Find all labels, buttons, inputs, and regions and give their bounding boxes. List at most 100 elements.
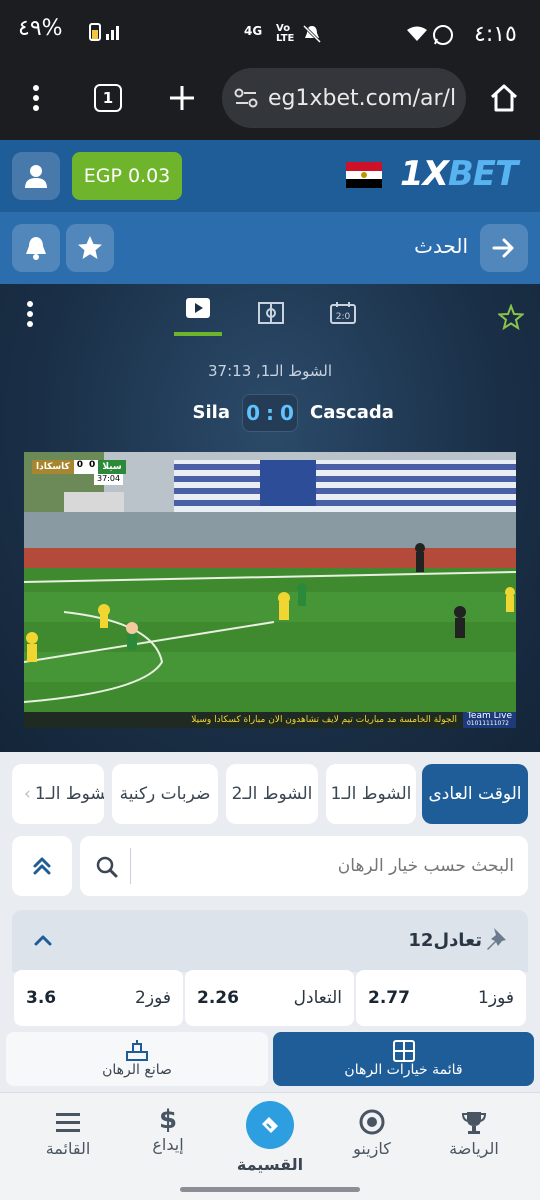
odd-home-win[interactable]: فوز1 2.77 bbox=[356, 970, 526, 1026]
page-title: الحدث bbox=[414, 234, 468, 258]
new-tab-icon[interactable] bbox=[168, 84, 196, 112]
play-icon bbox=[186, 298, 210, 318]
nav-label: القسيمة bbox=[236, 1155, 304, 1174]
odd-label: فوز2 bbox=[135, 988, 171, 1008]
odd-label: التعادل bbox=[293, 988, 342, 1008]
away-score: 0 bbox=[280, 401, 294, 425]
home-indicator bbox=[180, 1187, 360, 1192]
trophy-icon bbox=[461, 1112, 487, 1134]
chevron-up-icon[interactable] bbox=[34, 934, 52, 946]
bet-options-list-button[interactable]: قائمة خيارات الرهان bbox=[273, 1032, 534, 1086]
menu-icon bbox=[56, 1113, 80, 1132]
double-chevron-up-icon bbox=[33, 857, 51, 875]
nav-label: الرياضة bbox=[449, 1139, 499, 1158]
nav-menu[interactable]: القائمة bbox=[18, 1093, 118, 1193]
match-period-time: الشوط الـ1, 37:13 bbox=[208, 362, 332, 380]
tab-corners[interactable]: ضربات ركنية bbox=[112, 764, 218, 824]
bet-builder-icon bbox=[126, 1040, 148, 1061]
svg-text:2:0: 2:0 bbox=[336, 312, 351, 322]
status-icons bbox=[89, 23, 119, 41]
search-box[interactable] bbox=[80, 836, 528, 896]
grid-icon bbox=[392, 1040, 415, 1062]
odd-value: 3.6 bbox=[26, 988, 57, 1008]
tab-regular-time[interactable]: الوقت العادى bbox=[422, 764, 528, 824]
more-vertical-icon[interactable] bbox=[20, 300, 40, 330]
bug-team-left: كاسكادا bbox=[32, 460, 74, 474]
tab-first-half-2[interactable]: ‹الشوط الـ1 bbox=[12, 764, 104, 824]
collapse-all-button[interactable] bbox=[12, 836, 72, 896]
market-1x2: 1تعادل2 فوز1 2.77 التعادل 2.26 فوز2 3.6 bbox=[0, 908, 540, 1026]
bet-options-list-label: قائمة خيارات الرهان bbox=[344, 1062, 463, 1078]
url-text: eg1xbet.com/ar/l bbox=[268, 85, 457, 111]
tab-label: ضربات ركنية bbox=[119, 784, 211, 804]
bug-time: 37:04 bbox=[94, 474, 124, 485]
scoreboard-icon[interactable]: 2:0 bbox=[330, 302, 356, 324]
brand-logo[interactable]: 1XBET bbox=[400, 154, 518, 194]
ticket-icon bbox=[262, 1117, 278, 1133]
period-tabs: ‹الشوط الـ1 ضربات ركنية الشوط الـ2 الشوط… bbox=[0, 752, 540, 834]
video-player[interactable]: كاسكادا 0 0 سيلا 37:04 الجولة الخامسة مد… bbox=[24, 452, 516, 728]
score-box: 0 : 0 bbox=[242, 394, 298, 432]
football-field-video bbox=[24, 452, 516, 728]
home-icon[interactable] bbox=[488, 82, 520, 114]
action-bar: صانع الرهان قائمة خيارات الرهان bbox=[0, 1026, 540, 1092]
odd-value: 2.77 bbox=[368, 988, 410, 1008]
favorite-star-icon[interactable] bbox=[498, 304, 524, 330]
nav-casino[interactable]: كازينو bbox=[322, 1093, 422, 1193]
more-options-icon[interactable] bbox=[24, 84, 48, 112]
bet-builder-label: صانع الرهان bbox=[102, 1062, 172, 1078]
star-icon bbox=[78, 236, 102, 259]
ticker-brand-box: Team Live 01011111072 bbox=[462, 712, 516, 728]
back-button[interactable] bbox=[480, 224, 528, 272]
notifications-button[interactable] bbox=[12, 224, 60, 272]
nav-label: القائمة bbox=[45, 1139, 91, 1158]
tab-label: الشوط الـ2 bbox=[231, 784, 313, 804]
app-header: EGP 0.03 1XBET bbox=[0, 140, 540, 212]
search-icon[interactable] bbox=[96, 856, 118, 878]
mute-icon bbox=[302, 24, 322, 44]
video-tab[interactable] bbox=[174, 296, 222, 336]
profile-button[interactable] bbox=[12, 152, 60, 200]
favorite-button[interactable] bbox=[66, 224, 114, 272]
url-bar[interactable]: eg1xbet.com/ar/l bbox=[222, 68, 466, 128]
nav-sports[interactable]: الرياضة bbox=[424, 1093, 524, 1193]
search-row bbox=[0, 834, 540, 904]
battery-percent: %٤٩ bbox=[18, 16, 63, 41]
market-header[interactable]: 1تعادل2 bbox=[12, 910, 528, 972]
nav-label: إيداع bbox=[152, 1135, 184, 1154]
browser-toolbar: 1 eg1xbet.com/ar/l bbox=[0, 68, 540, 140]
tab-second-half[interactable]: الشوط الـ2 bbox=[226, 764, 318, 824]
odd-label: فوز1 bbox=[478, 988, 514, 1008]
ticker-brand: Team Live bbox=[466, 712, 512, 721]
pin-icon[interactable] bbox=[484, 926, 512, 954]
search-input[interactable] bbox=[140, 848, 514, 884]
market-title: 1تعادل2 bbox=[408, 930, 482, 951]
arrow-right-icon bbox=[492, 238, 514, 258]
odd-draw[interactable]: التعادل 2.26 bbox=[185, 970, 354, 1026]
odd-away-win[interactable]: فوز2 3.6 bbox=[14, 970, 183, 1026]
operator-indicator: Vo LTE bbox=[276, 23, 295, 44]
whatsapp-icon bbox=[433, 25, 453, 45]
nav-deposit[interactable]: $ إيداع bbox=[118, 1093, 218, 1193]
wifi-icon bbox=[407, 26, 427, 41]
casino-chip-icon bbox=[359, 1109, 385, 1135]
egypt-flag-icon bbox=[346, 162, 382, 189]
event-subheader: الحدث bbox=[0, 212, 540, 284]
tab-label: الشوط الـ1 bbox=[330, 784, 412, 804]
balance-button[interactable]: EGP 0.03 bbox=[72, 152, 182, 200]
bet-slip-icon bbox=[246, 1101, 294, 1149]
field-tracker-icon[interactable] bbox=[258, 302, 284, 324]
site-settings-icon[interactable] bbox=[234, 88, 258, 108]
user-icon bbox=[25, 165, 47, 188]
bug-team-right: سيلا bbox=[98, 460, 126, 474]
bet-builder-button[interactable]: صانع الرهان bbox=[6, 1032, 268, 1086]
tab-label: الوقت العادى bbox=[428, 784, 522, 804]
home-score: 0 bbox=[246, 401, 260, 425]
network-indicator: 4G bbox=[244, 24, 263, 38]
tab-first-half[interactable]: الشوط الـ1 bbox=[326, 764, 416, 824]
ticker-text: الجولة الخامسة مد مباريات تيم لايف تشاهد… bbox=[191, 715, 457, 725]
match-panel: 2:0 الشوط الـ1, 37:13 Sila 0 : 0 Cascada bbox=[0, 284, 540, 752]
tab-switcher-button[interactable]: 1 bbox=[94, 84, 122, 112]
nav-bet-slip[interactable]: القسيمة bbox=[220, 1093, 320, 1193]
tab-label: الشوط الـ1 bbox=[34, 784, 104, 804]
